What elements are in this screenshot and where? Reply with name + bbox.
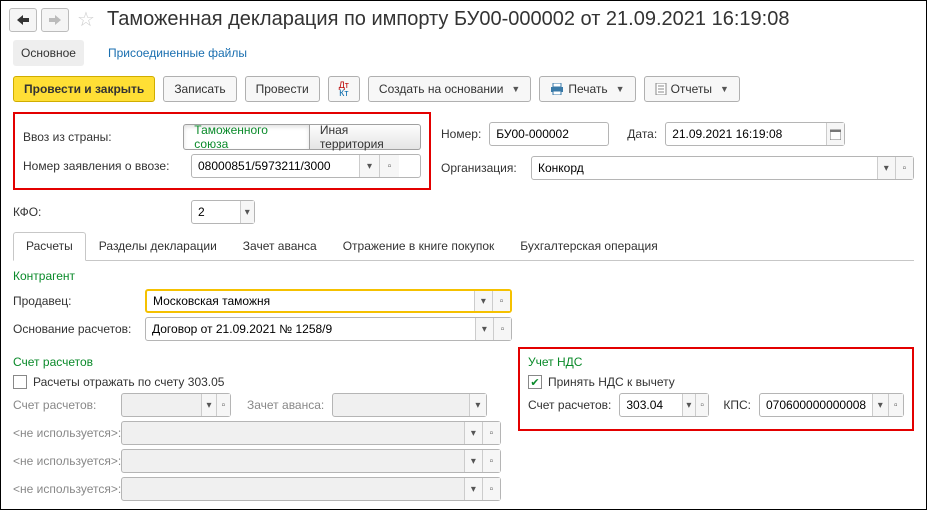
dropdown-button[interactable]: ▾	[877, 157, 895, 179]
tab-sections[interactable]: Разделы декларации	[86, 232, 230, 260]
unused-3-input	[122, 478, 464, 500]
unused-1-label: <не используется>:	[13, 426, 113, 440]
toggle-other-territory[interactable]: Иная территория	[310, 124, 421, 150]
section-main[interactable]: Основное	[13, 40, 84, 66]
accept-vat-checkbox[interactable]: ✔ Принять НДС к вычету	[528, 375, 675, 389]
unused-2-label: <не используется>:	[13, 454, 113, 468]
chevron-down-icon: ▼	[511, 84, 520, 94]
open-button: ▫	[482, 450, 500, 472]
open-button[interactable]: ▫	[493, 318, 511, 340]
unused-2-input	[122, 450, 464, 472]
number-input[interactable]	[490, 123, 608, 145]
seller-input[interactable]	[147, 291, 474, 311]
open-button[interactable]: ▫	[379, 155, 399, 177]
chevron-down-icon: ▼	[616, 84, 625, 94]
advance-offset-label: Зачет аванса:	[247, 398, 324, 412]
settlement-account-label: Счет расчетов:	[13, 398, 113, 412]
date-input[interactable]	[666, 123, 826, 145]
application-number-label: Номер заявления о ввозе:	[23, 159, 183, 173]
basis-label: Основание расчетов:	[13, 322, 137, 336]
dropdown-button[interactable]: ▾	[240, 201, 255, 223]
dropdown-button[interactable]: ▾	[474, 291, 492, 311]
nav-back-button[interactable]	[9, 8, 37, 32]
tab-accounting-operation[interactable]: Бухгалтерская операция	[507, 232, 670, 260]
seller-label: Продавец:	[13, 294, 137, 308]
open-button: ▫	[482, 478, 500, 500]
dropdown-button: ▾	[464, 478, 482, 500]
dt-kt-button[interactable]: ДтКт	[328, 76, 360, 102]
create-based-on-button[interactable]: Создать на основании▼	[368, 76, 531, 102]
advance-offset-input	[333, 394, 468, 416]
favorite-star-icon[interactable]: ☆	[77, 7, 95, 32]
counterparty-title: Контрагент	[13, 269, 914, 283]
vat-account-label: Счет расчетов:	[528, 398, 611, 412]
section-files[interactable]: Присоединенные файлы	[100, 40, 255, 66]
tab-advance[interactable]: Зачет аванса	[230, 232, 330, 260]
checkbox-icon	[13, 375, 27, 389]
import-country-label: Ввоз из страны:	[23, 130, 175, 144]
basis-input[interactable]	[146, 318, 475, 340]
detail-tabs: Расчеты Разделы декларации Зачет аванса …	[13, 232, 914, 261]
post-and-close-button[interactable]: Провести и закрыть	[13, 76, 155, 102]
open-button[interactable]: ▫	[895, 157, 913, 179]
dropdown-button: ▾	[464, 450, 482, 472]
save-button[interactable]: Записать	[163, 76, 236, 102]
chevron-down-icon: ▼	[720, 84, 729, 94]
open-button[interactable]: ▫	[695, 394, 708, 416]
vat-title: Учет НДС	[528, 355, 904, 369]
use-30305-checkbox[interactable]: Расчеты отражать по счету 303.05	[13, 375, 224, 389]
dropdown-button: ▾	[469, 394, 487, 416]
settlement-account-title: Счет расчетов	[13, 355, 518, 369]
open-button: ▫	[216, 394, 230, 416]
vat-account-input[interactable]	[620, 394, 681, 416]
post-button[interactable]: Провести	[245, 76, 320, 102]
nav-forward-button[interactable]	[41, 8, 69, 32]
calendar-button[interactable]	[826, 123, 844, 145]
arrow-right-icon	[49, 15, 61, 25]
dropdown-button[interactable]: ▾	[359, 155, 379, 177]
application-number-input[interactable]	[192, 155, 359, 177]
page-title: Таможенная декларация по импорту БУ00-00…	[107, 8, 790, 31]
kfo-label: КФО:	[13, 205, 183, 219]
organization-label: Организация:	[441, 161, 523, 175]
dropdown-button: ▾	[464, 422, 482, 444]
unused-3-label: <не используется>:	[13, 482, 113, 496]
document-icon	[655, 83, 667, 95]
number-label: Номер:	[441, 127, 481, 141]
toggle-customs-union[interactable]: Таможенного союза	[183, 124, 310, 150]
kps-input[interactable]	[760, 394, 872, 416]
calendar-icon	[830, 129, 841, 140]
kfo-input[interactable]	[192, 201, 240, 223]
dropdown-button[interactable]: ▾	[872, 394, 888, 416]
import-country-toggle[interactable]: Таможенного союза Иная территория	[183, 124, 421, 150]
kps-label: КПС:	[723, 398, 751, 412]
checkbox-checked-icon: ✔	[528, 375, 542, 389]
dt-kt-icon: ДтКт	[339, 81, 349, 97]
arrow-left-icon	[17, 15, 29, 25]
settlement-account-input	[122, 394, 201, 416]
dropdown-button: ▾	[201, 394, 215, 416]
unused-1-input	[122, 422, 464, 444]
organization-input[interactable]	[532, 157, 877, 179]
tab-purchases-book[interactable]: Отражение в книге покупок	[330, 232, 508, 260]
open-button: ▫	[482, 422, 500, 444]
open-button[interactable]: ▫	[492, 291, 510, 311]
print-button[interactable]: Печать▼	[539, 76, 635, 102]
reports-button[interactable]: Отчеты▼	[644, 76, 740, 102]
printer-icon	[550, 83, 564, 95]
dropdown-button[interactable]: ▾	[475, 318, 493, 340]
dropdown-button[interactable]: ▾	[682, 394, 695, 416]
tab-calculations[interactable]: Расчеты	[13, 232, 86, 261]
date-label: Дата:	[627, 127, 657, 141]
open-button[interactable]: ▫	[888, 394, 904, 416]
